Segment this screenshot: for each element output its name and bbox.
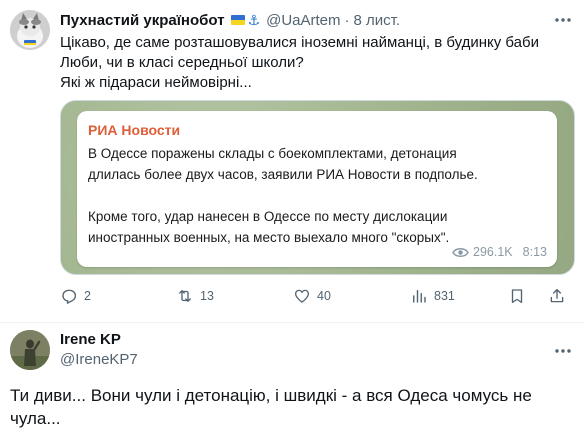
author-avatar[interactable] — [10, 10, 50, 50]
retweet-button[interactable]: 13 — [176, 287, 214, 305]
post-line: В Одессе поражены склады с боекомплектам… — [88, 146, 457, 161]
author-handle[interactable]: @UaArtem — [266, 12, 340, 29]
author-name[interactable]: Пухнастий українобот — [60, 12, 225, 29]
bookmark-icon — [511, 289, 523, 304]
post-line: иностранных военных, на место выехало мн… — [88, 230, 450, 245]
like-button[interactable]: 40 — [293, 287, 331, 305]
reply-text-line: Ти диви... Вони чули і детонацію, і швид… — [10, 386, 532, 405]
post-paragraph: В Одессе поражены склады с боекомплектам… — [88, 143, 478, 185]
analytics-icon — [413, 290, 426, 303]
separator-dot: · — [344, 11, 350, 29]
retweet-icon — [179, 290, 191, 302]
post-line: длилась более двух часов, заявили РИА Но… — [88, 167, 478, 182]
reply-text: Ти диви... Вони чули і детонацію, і швид… — [10, 384, 570, 430]
more-options-icon[interactable] — [553, 12, 573, 28]
post-time: 8:13 — [522, 245, 547, 259]
more-options-icon[interactable] — [553, 343, 573, 359]
reply-button[interactable]: 2 — [60, 287, 91, 305]
tweet-text-line: Люби, чи в класі середньої школи? — [60, 54, 304, 71]
tweet-header: Пухнастий українобот ⚓ @UaArtem · 8 лист… — [60, 10, 400, 30]
tweet-actions: 2 13 40 831 — [60, 287, 575, 307]
tweet-media-image[interactable]: РИА Новости В Одессе поражены склады с б… — [60, 100, 575, 275]
telegram-post-card: РИА Новости В Одессе поражены склады с б… — [77, 111, 557, 267]
post-paragraph: Кроме того, удар нанесен в Одессе по мес… — [88, 206, 449, 248]
reply-author-avatar[interactable] — [10, 330, 50, 370]
like-count: 40 — [317, 289, 331, 303]
tweet-timestamp[interactable]: 8 лист. — [354, 12, 401, 29]
post-line: Кроме того, удар нанесен в Одессе по мес… — [88, 209, 448, 224]
bookmark-button[interactable] — [508, 287, 526, 305]
tweet-text: Цікаво, де саме розташовувалися іноземні… — [60, 33, 570, 93]
reply-author-handle[interactable]: @IreneKP7 — [60, 351, 138, 368]
reply-author-name[interactable]: Irene KP — [60, 331, 121, 348]
post-meta: 296.1K 8:13 — [452, 245, 547, 259]
tweet-text-line: Які ж підараси неймовірні... — [60, 74, 252, 91]
reply-icon — [62, 289, 77, 304]
tweet-divider — [0, 322, 585, 323]
retweet-count: 13 — [200, 289, 214, 303]
anchor-icon: ⚓ — [247, 12, 261, 28]
cat-avatar-image — [10, 10, 50, 50]
post-views: 296.1K — [473, 245, 513, 259]
post-source: РИА Новости — [88, 122, 181, 138]
tweet-original[interactable]: Пухнастий українобот ⚓ @UaArtem · 8 лист… — [0, 0, 585, 322]
views-button[interactable]: 831 — [410, 287, 455, 305]
eye-icon — [452, 247, 469, 257]
reply-text-line: чула... — [10, 409, 61, 428]
share-icon — [550, 288, 564, 303]
heart-icon — [294, 289, 310, 303]
views-count: 831 — [434, 289, 455, 303]
person-avatar-image — [10, 330, 50, 370]
share-button[interactable] — [548, 287, 566, 305]
tweet-text-line: Цікаво, де саме розташовувалися іноземні… — [60, 34, 539, 51]
reply-count: 2 — [84, 289, 91, 303]
ukraine-flag-icon — [230, 15, 245, 25]
